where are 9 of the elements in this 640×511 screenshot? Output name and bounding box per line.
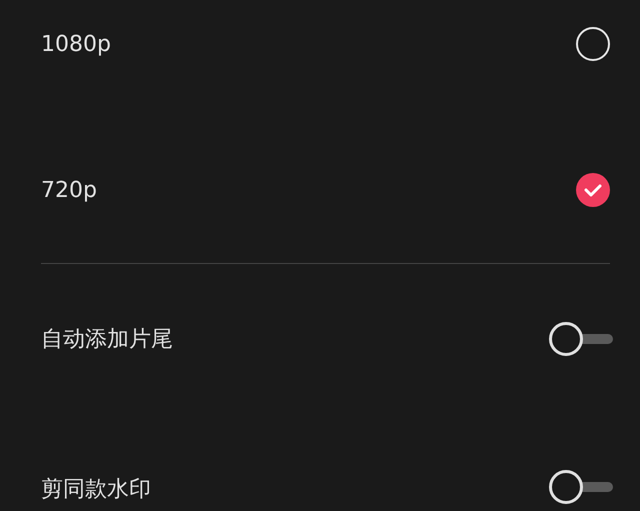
- check-icon: [584, 183, 602, 197]
- option-label: 剪同款水印: [41, 476, 151, 504]
- radio-button[interactable]: [576, 173, 610, 207]
- toggle-switch[interactable]: [549, 322, 613, 356]
- toggle-switch[interactable]: [549, 470, 613, 504]
- radio-button[interactable]: [576, 27, 610, 61]
- option-label: 自动添加片尾: [41, 326, 173, 354]
- option-label: 1080p: [41, 32, 111, 56]
- option-label: 720p: [41, 178, 97, 202]
